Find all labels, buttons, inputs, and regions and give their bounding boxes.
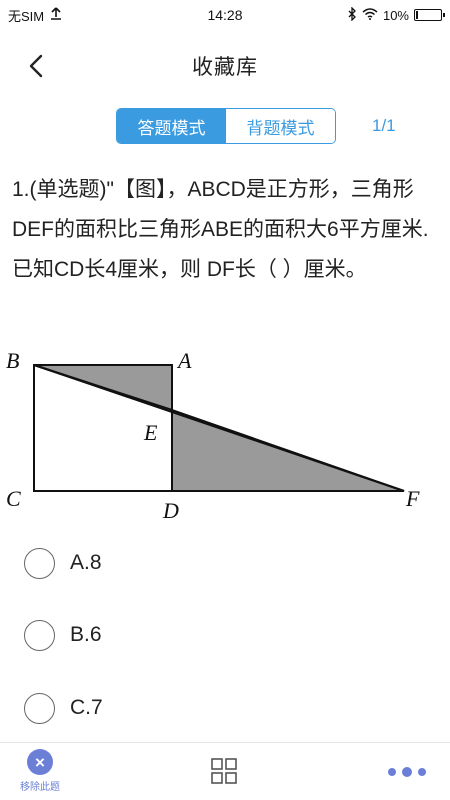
label-d: D [162, 498, 179, 523]
status-bar: 无SIM 14:28 10% [0, 0, 450, 30]
page-counter: 1/1 [372, 116, 396, 135]
question-text: 1.(单选题)"【图】，ABCD是正方形，三角形DEF的面积比三角形ABE的面积… [12, 178, 429, 281]
wifi-icon [362, 7, 378, 23]
question-grid-button[interactable] [211, 758, 237, 784]
chevron-left-icon [29, 54, 43, 78]
remove-question-label: 移除此题 [20, 782, 60, 793]
option-b[interactable]: B.6 [24, 615, 102, 655]
radio-circle-icon[interactable] [24, 692, 55, 724]
question-figure: B A E C D F [6, 348, 420, 523]
radio-circle-icon[interactable] [24, 547, 55, 579]
radio-circle-icon[interactable] [24, 619, 55, 651]
status-time: 14:28 [207, 7, 243, 23]
mode-switch: 答题模式 背题模式 [116, 108, 336, 144]
status-right: 10% [292, 5, 445, 24]
upload-arrow-icon [50, 7, 62, 23]
label-a: A [176, 348, 192, 373]
option-a[interactable]: A.8 [24, 543, 102, 583]
option-label: B.6 [70, 623, 102, 646]
more-dot-icon [388, 768, 396, 776]
label-b: B [6, 348, 19, 373]
bluetooth-icon [348, 5, 357, 24]
more-dot-icon [418, 768, 426, 776]
label-f: F [405, 486, 420, 511]
answer-mode-tab[interactable]: 答题模式 [117, 109, 226, 143]
close-circle-icon: × [27, 749, 53, 775]
option-label: C.7 [70, 696, 103, 719]
more-dot-icon [402, 767, 412, 777]
label-c: C [6, 486, 21, 511]
grid-icon [211, 758, 237, 784]
carrier-text: 无SIM [8, 8, 45, 24]
status-left: 无SIM [8, 6, 158, 25]
nav-bar: 收藏库 [0, 30, 450, 102]
option-label: A.8 [70, 551, 102, 574]
back-button[interactable] [18, 48, 54, 84]
more-button[interactable] [388, 765, 436, 779]
option-c[interactable]: C.7 [24, 688, 103, 728]
remove-question-button[interactable]: × 移除此题 [12, 749, 68, 795]
battery-icon [414, 9, 445, 21]
page-title: 收藏库 [192, 56, 258, 79]
label-e: E [143, 420, 158, 445]
mode-row: 答题模式 背题模式 1/1 [0, 108, 450, 144]
battery-percent: 10% [382, 7, 409, 23]
battery-fill [416, 11, 418, 19]
bottom-bar: × 移除此题 [0, 742, 450, 800]
recite-mode-tab[interactable]: 背题模式 [226, 109, 335, 143]
